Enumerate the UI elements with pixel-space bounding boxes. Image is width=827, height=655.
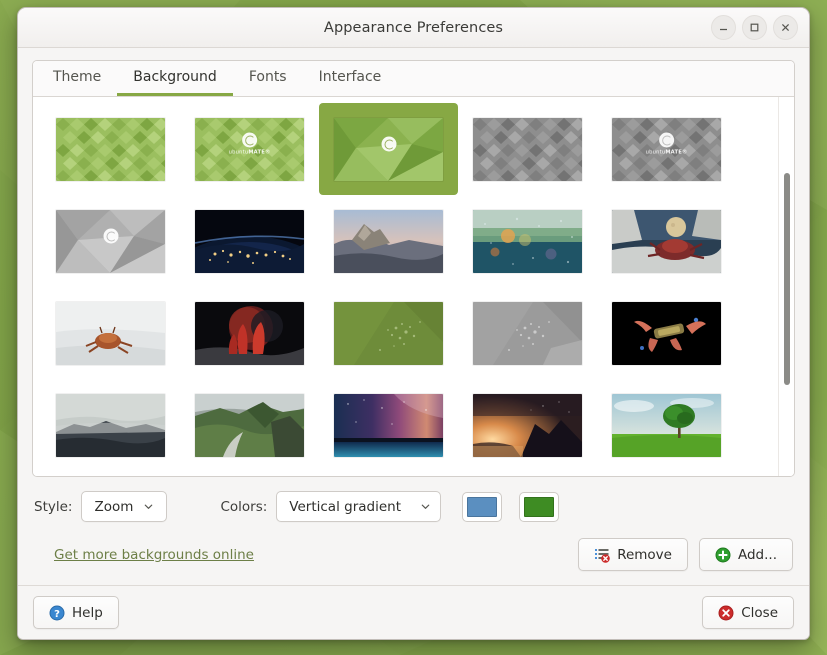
colors-label: Colors: [220, 499, 267, 515]
appearance-preferences-window: Appearance Preferences [17, 7, 810, 640]
wallpaper-row [41, 287, 778, 379]
tab-theme[interactable]: Theme [37, 61, 117, 96]
close-dialog-label: Close [741, 605, 778, 621]
close-dialog-button[interactable]: Close [702, 596, 794, 629]
preferences-notebook: Theme Background Fonts Interface ubuntuM… [32, 60, 795, 477]
wallpaper-cell-gray-poly-mate-logo[interactable] [41, 195, 180, 287]
wallpaper-row [41, 195, 778, 287]
style-dropdown[interactable]: Zoom [81, 491, 167, 522]
help-button[interactable]: ? Help [33, 596, 119, 629]
wallpaper-cell-red-claws-planet[interactable] [180, 287, 319, 379]
wallpaper-row: ubuntuMATE® ubuntuMATE® [41, 103, 778, 195]
close-icon [780, 22, 791, 33]
wallpaper-thumbnail [56, 210, 165, 273]
wallpaper-thumbnail: ubuntuMATE® [195, 118, 304, 181]
help-icon: ? [49, 605, 65, 621]
wallpaper-grid[interactable]: ubuntuMATE® ubuntuMATE® [33, 97, 778, 476]
wallpaper-cell-dark-logo-banner[interactable] [319, 471, 458, 476]
wallpaper-cell-gray-gradient-banner[interactable] [458, 471, 597, 476]
wallpaper-thumbnail [473, 394, 582, 457]
wallpaper-cell-misty-mountains[interactable] [41, 379, 180, 471]
get-more-backgrounds-link[interactable]: Get more backgrounds online [54, 547, 254, 563]
wallpaper-thumbnail: ubuntuMATE® [612, 118, 721, 181]
wallpaper-cell-green-low-poly-plain[interactable] [41, 103, 180, 195]
close-button[interactable] [773, 15, 798, 40]
colors-dropdown[interactable]: Vertical gradient [276, 491, 441, 522]
tab-fonts[interactable]: Fonts [233, 61, 303, 96]
wallpaper-cell-crab-alien-moon[interactable] [597, 195, 736, 287]
tab-interface[interactable]: Interface [303, 61, 398, 96]
wallpaper-cell-gray-low-poly-logo[interactable]: ubuntuMATE® [597, 103, 736, 195]
wallpaper-cell-green-poly-mate-logo[interactable] [319, 103, 458, 195]
title-bar: Appearance Preferences [18, 8, 809, 48]
style-label: Style: [34, 499, 72, 515]
help-button-label: Help [72, 605, 103, 621]
chevron-down-icon [420, 501, 431, 512]
svg-text:?: ? [54, 608, 60, 619]
background-options-row: Style: Zoom Colors: Vertical gradient [32, 477, 795, 526]
wallpaper-thumbnail [334, 118, 443, 181]
wallpaper-row [41, 379, 778, 471]
wallpaper-cell-gray-abstract-dots[interactable] [458, 287, 597, 379]
colors-value: Vertical gradient [289, 499, 401, 515]
tab-strip: Theme Background Fonts Interface [33, 61, 794, 97]
scrollbar-thumb[interactable] [784, 173, 790, 385]
wallpaper-thumbnail [56, 302, 165, 365]
wallpaper-thumbnail [334, 210, 443, 273]
wallpaper-cell-green-abstract-dots[interactable] [319, 287, 458, 379]
wallpaper-thumbnail [612, 302, 721, 365]
add-plus-icon [715, 547, 731, 563]
wallpaper-thumbnail [334, 302, 443, 365]
window-controls [711, 15, 809, 40]
wallpaper-cell-green-low-poly-logo[interactable]: ubuntuMATE® [180, 103, 319, 195]
remove-list-icon [594, 547, 610, 563]
wallpaper-cell-black-gradient-banner[interactable] [597, 471, 736, 476]
wallpaper-thumbnail [612, 394, 721, 457]
wallpaper-thumbnail [334, 394, 443, 457]
wallpaper-cell-green-logo-banner-a[interactable] [41, 471, 180, 476]
wallpaper-thumbnail [56, 118, 165, 181]
wallpaper-thumbnail [473, 210, 582, 273]
wallpaper-thumbnail [612, 210, 721, 273]
window-title: Appearance Preferences [18, 20, 809, 36]
wallpaper-thumbnail [195, 394, 304, 457]
wallpaper-cell-crab-white-sand[interactable] [41, 287, 180, 379]
wallpaper-thumbnail [473, 118, 582, 181]
chevron-down-icon [143, 501, 154, 512]
primary-color-chip [467, 497, 497, 517]
wallpaper-cell-earth-from-space[interactable] [180, 195, 319, 287]
secondary-color-chip [524, 497, 554, 517]
wallpaper-cell-lone-tree-field[interactable] [597, 379, 736, 471]
wallpaper-cell-mech-lobster-space[interactable] [597, 287, 736, 379]
add-button-label: Add... [738, 547, 777, 563]
wallpaper-thumbnail [56, 394, 165, 457]
remove-button-label: Remove [617, 547, 672, 563]
primary-color-swatch[interactable] [462, 492, 502, 522]
background-actions-row: Get more backgrounds online Remove [32, 526, 795, 585]
wallpaper-row [41, 471, 778, 476]
close-circle-icon [718, 605, 734, 621]
wallpaper-cell-sunset-lake-mountain[interactable] [458, 379, 597, 471]
secondary-color-swatch[interactable] [519, 492, 559, 522]
wallpaper-scrollbar[interactable] [778, 97, 794, 476]
dialog-bottom-bar: ? Help Close [18, 585, 809, 639]
wallpaper-thumbnail [195, 210, 304, 273]
minimize-button[interactable] [711, 15, 736, 40]
wallpaper-cell-green-valley-road[interactable] [180, 379, 319, 471]
wallpaper-cell-bokeh-raindrops[interactable] [458, 195, 597, 287]
wallpaper-cell-green-plain-banner[interactable] [180, 471, 319, 476]
minimize-icon [718, 22, 729, 33]
wallpaper-cell-gray-low-poly-plain[interactable] [458, 103, 597, 195]
maximize-button[interactable] [742, 15, 767, 40]
remove-button[interactable]: Remove [578, 538, 688, 571]
wallpaper-cell-yosemite-half-dome[interactable] [319, 195, 458, 287]
wallpaper-thumbnail [195, 302, 304, 365]
wallpaper-grid-area: ubuntuMATE® ubuntuMATE® [33, 97, 794, 476]
wallpaper-thumbnail [473, 302, 582, 365]
add-button[interactable]: Add... [699, 538, 793, 571]
style-value: Zoom [94, 499, 133, 515]
tab-background[interactable]: Background [117, 61, 233, 96]
wallpaper-cell-milky-way-shore[interactable] [319, 379, 458, 471]
maximize-icon [749, 22, 760, 33]
